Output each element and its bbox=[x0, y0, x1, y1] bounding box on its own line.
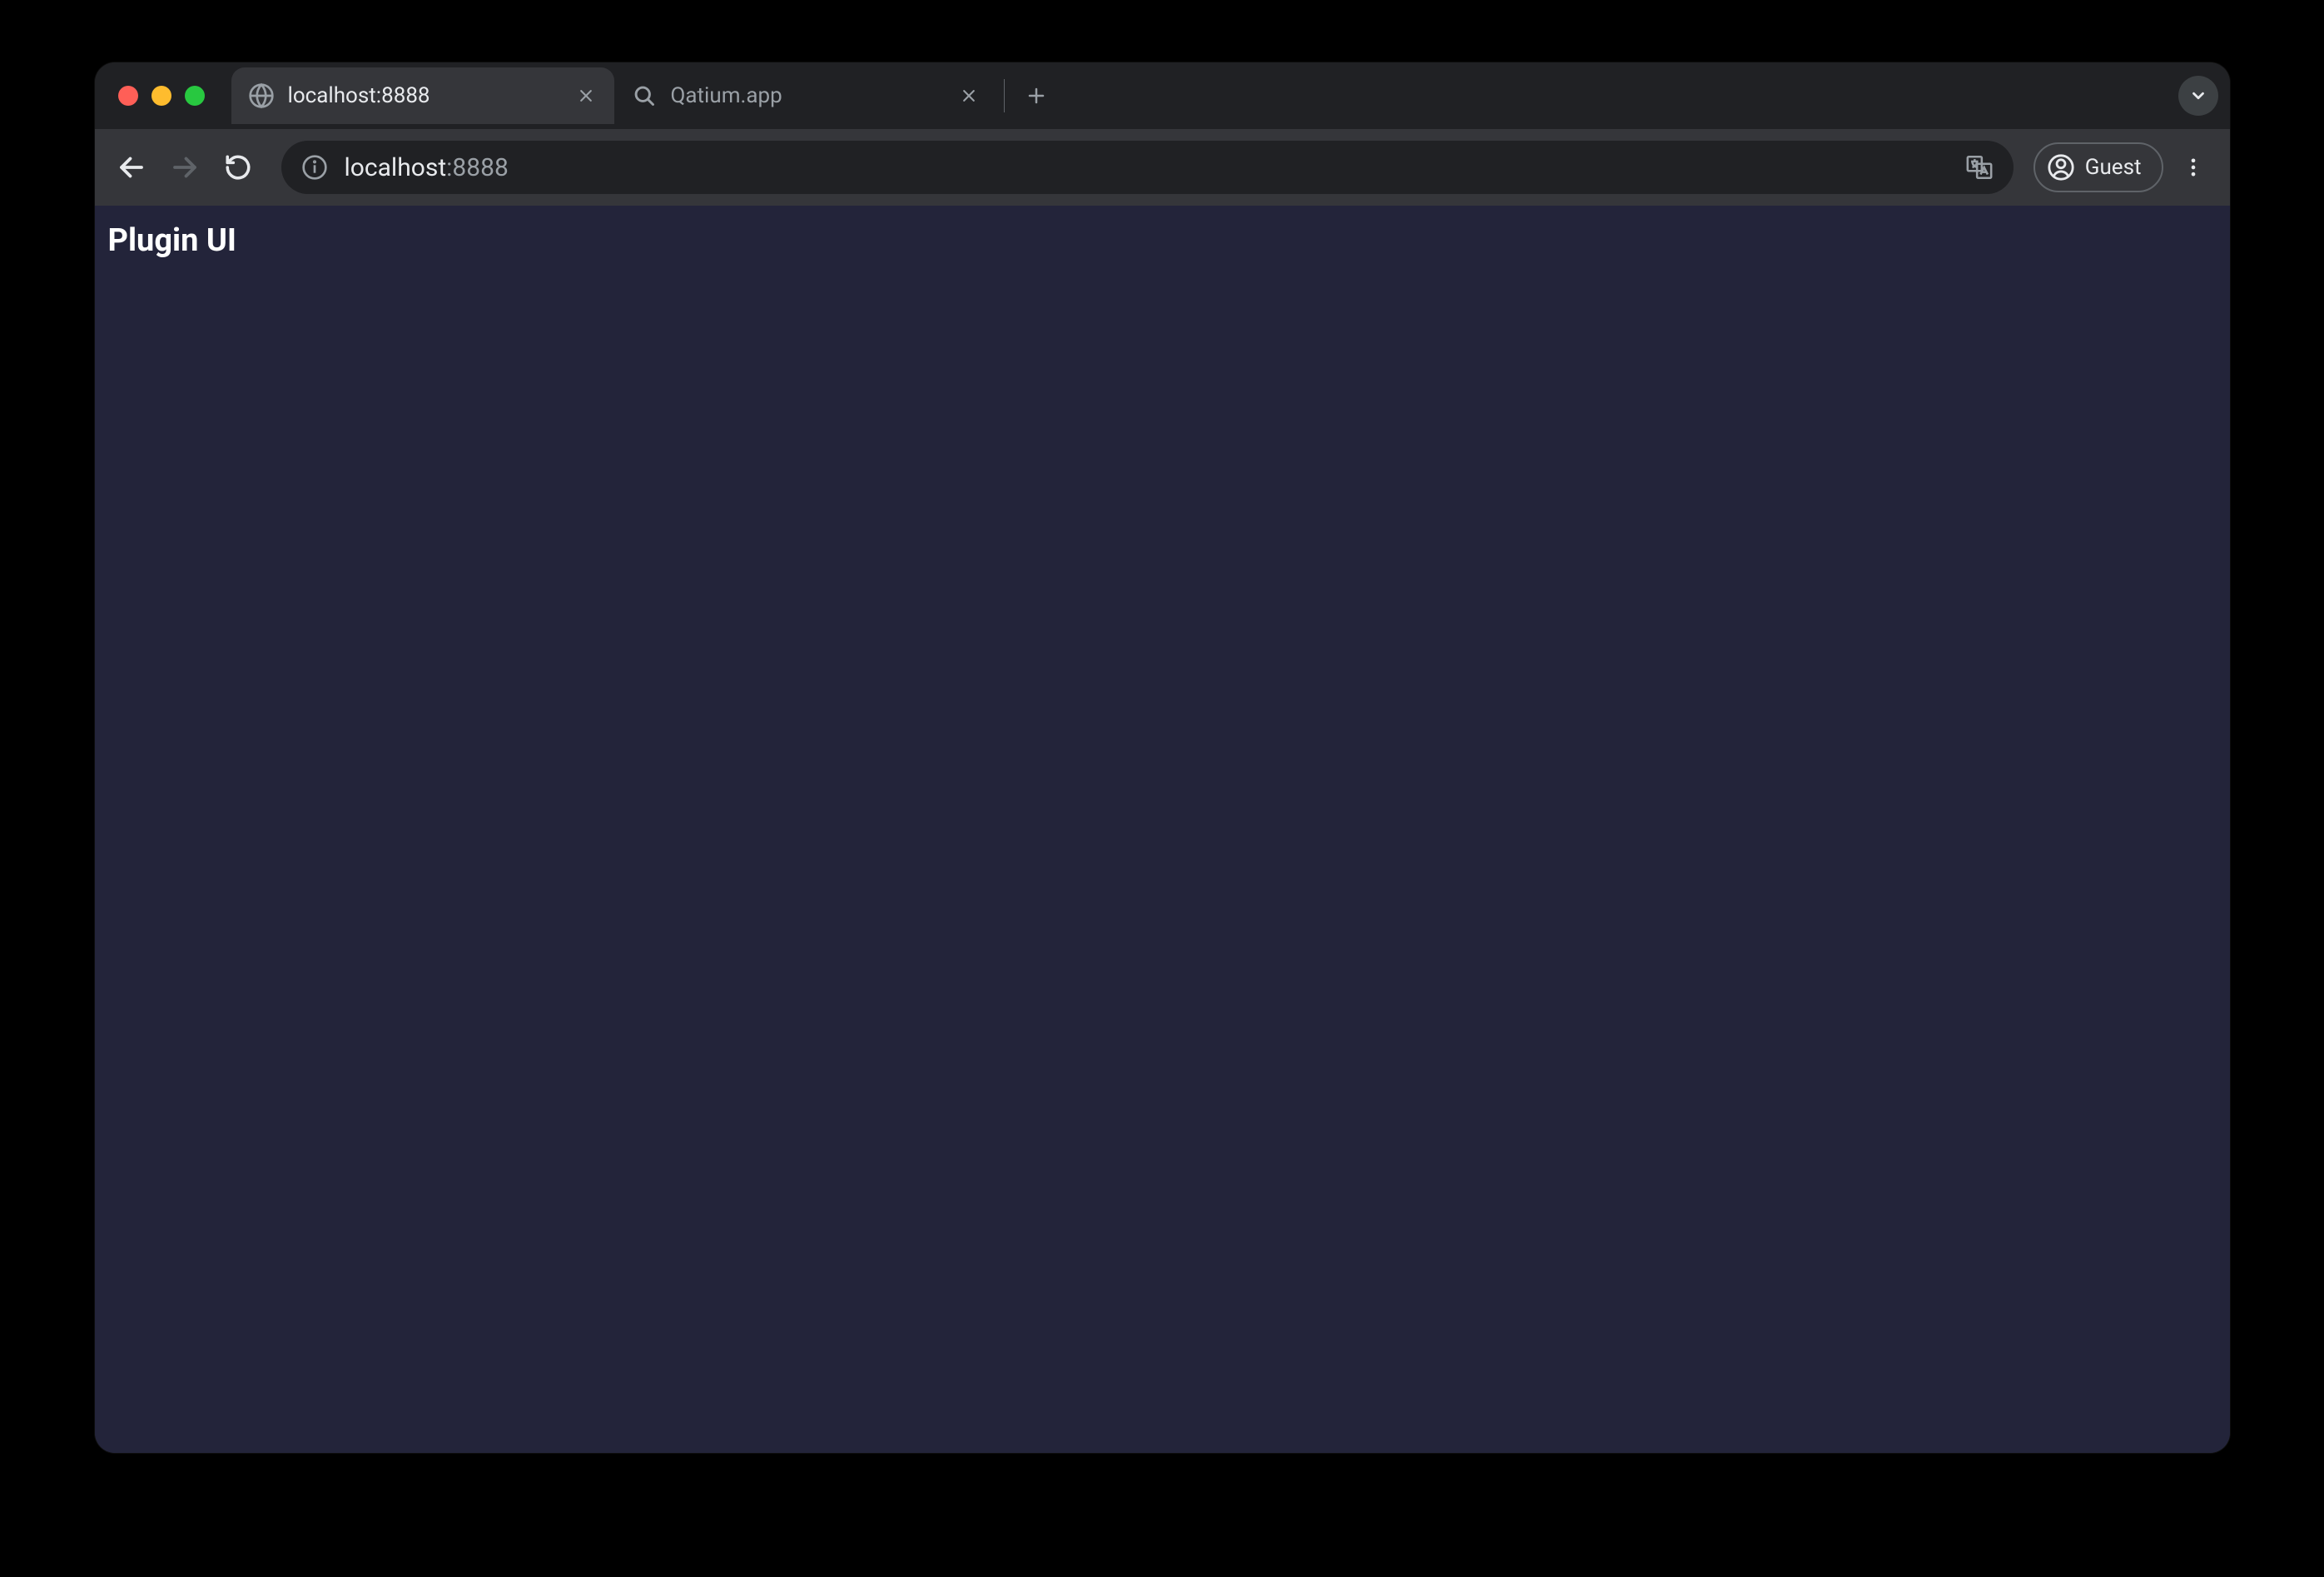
tab-localhost[interactable]: localhost:8888 bbox=[231, 67, 614, 124]
tabs-dropdown-button[interactable] bbox=[2178, 76, 2218, 116]
guest-avatar-icon bbox=[2047, 153, 2075, 182]
search-icon bbox=[631, 82, 658, 109]
browser-toolbar: localhost:8888 bbox=[95, 129, 2230, 206]
profile-label: Guest bbox=[2085, 155, 2142, 180]
tab-close-button[interactable] bbox=[574, 84, 598, 107]
tab-separator bbox=[1004, 79, 1005, 112]
back-button[interactable] bbox=[108, 144, 155, 191]
page-content: Plugin UI bbox=[95, 206, 2230, 1453]
globe-icon bbox=[248, 82, 275, 109]
translate-icon[interactable] bbox=[1965, 153, 1994, 182]
url-text: localhost:8888 bbox=[345, 153, 1949, 182]
forward-button[interactable] bbox=[161, 144, 208, 191]
reload-button[interactable] bbox=[215, 144, 261, 191]
window-controls bbox=[118, 86, 205, 106]
page-heading: Plugin UI bbox=[108, 222, 2217, 259]
window-minimize-button[interactable] bbox=[151, 86, 171, 106]
new-tab-button[interactable] bbox=[1018, 77, 1055, 114]
tab-title: localhost:8888 bbox=[288, 83, 561, 108]
window-close-button[interactable] bbox=[118, 86, 138, 106]
address-bar[interactable]: localhost:8888 bbox=[281, 141, 2014, 194]
tab-title: Qatium.app bbox=[671, 83, 944, 108]
tab-qatium[interactable]: Qatium.app bbox=[614, 67, 997, 124]
tab-close-button[interactable] bbox=[957, 84, 981, 107]
site-info-icon[interactable] bbox=[301, 154, 328, 181]
profile-button[interactable]: Guest bbox=[2034, 142, 2163, 192]
url-host: localhost bbox=[345, 153, 447, 182]
browser-window: localhost:8888 Qatium.app bbox=[95, 62, 2230, 1453]
browser-menu-button[interactable] bbox=[2170, 144, 2217, 191]
url-port: :8888 bbox=[446, 153, 509, 182]
tab-bar: localhost:8888 Qatium.app bbox=[95, 62, 2230, 129]
window-maximize-button[interactable] bbox=[185, 86, 205, 106]
